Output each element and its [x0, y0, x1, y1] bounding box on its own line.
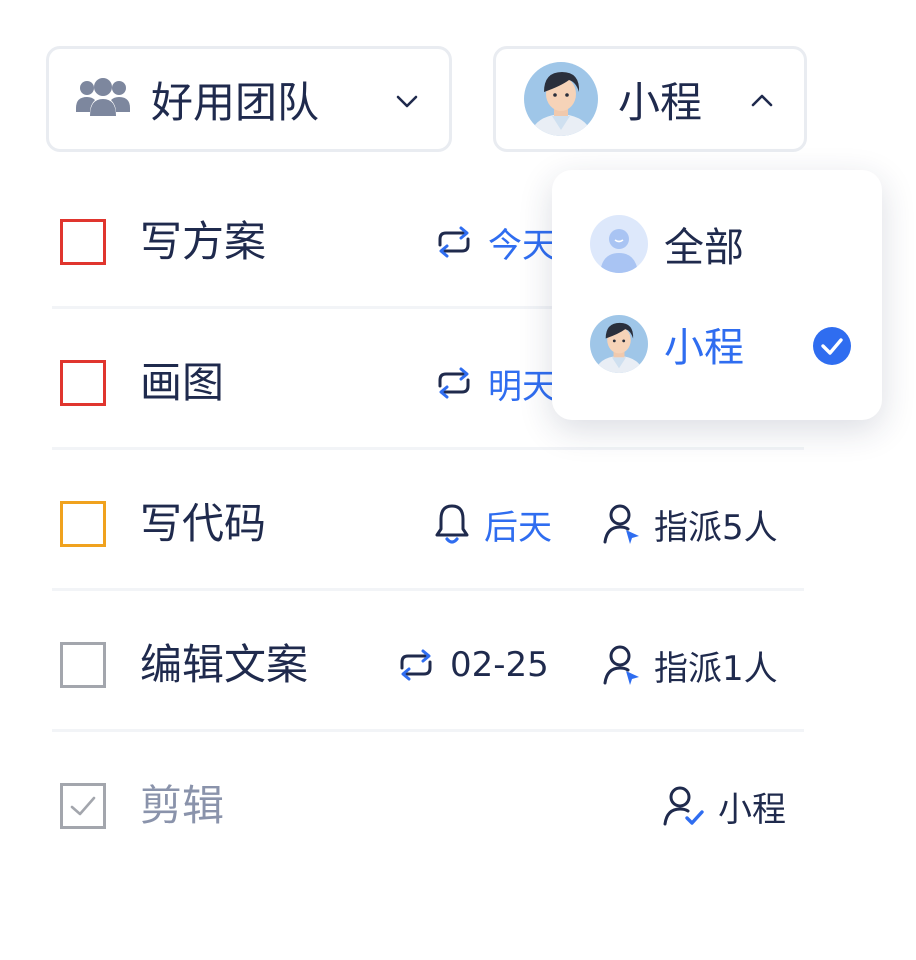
assign-user-icon	[603, 645, 639, 685]
due-label: 02-25	[450, 645, 549, 685]
chevron-up-icon	[751, 94, 773, 107]
dropdown-option-all[interactable]: 全部	[590, 214, 744, 274]
task-due: 后天	[432, 502, 552, 548]
assign-user-icon	[603, 504, 639, 544]
due-label: 后天	[484, 507, 552, 548]
user-dropdown-menu: 全部 小程	[552, 170, 882, 420]
dropdown-option-label: 全部	[664, 225, 744, 271]
user-selector[interactable]: 小程	[493, 46, 807, 152]
task-checkbox[interactable]	[60, 219, 106, 265]
task-title: 画图	[140, 358, 225, 407]
team-icon	[75, 76, 131, 122]
task-due: 今天	[432, 220, 556, 266]
assignee-label: 指派5人	[654, 507, 778, 548]
due-label: 今天	[488, 225, 556, 266]
repeat-icon	[438, 367, 470, 399]
dropdown-option-label: 小程	[664, 325, 744, 371]
assignee-label: 指派1人	[654, 648, 778, 689]
task-assignee: 指派1人	[602, 643, 778, 689]
task-checkbox-checked[interactable]	[60, 783, 106, 829]
task-checkbox[interactable]	[60, 360, 106, 406]
task-title: 写代码	[140, 499, 267, 548]
assignee-label: 小程	[718, 789, 786, 830]
task-checkbox[interactable]	[60, 501, 106, 547]
dropdown-option-user[interactable]: 小程	[590, 314, 744, 374]
due-label: 明天	[488, 366, 556, 407]
task-assignee: 指派5人	[602, 502, 778, 548]
team-name: 好用团队	[151, 77, 320, 127]
default-avatar-icon	[590, 215, 648, 273]
task-row[interactable]: 剪辑 小程	[52, 732, 804, 873]
task-checkbox[interactable]	[60, 642, 106, 688]
task-title: 剪辑	[140, 781, 225, 830]
chevron-down-icon	[396, 95, 418, 108]
check-icon	[70, 796, 96, 816]
task-row[interactable]: 编辑文案 02-25 指派1人	[52, 591, 804, 732]
task-row[interactable]: 写代码 后天 指派5人	[52, 450, 804, 591]
avatar	[590, 315, 648, 373]
task-assignee: 小程	[662, 784, 786, 830]
task-title: 编辑文案	[140, 640, 309, 689]
repeat-icon	[438, 226, 470, 258]
task-due: 明天	[432, 361, 556, 407]
task-due: 02-25	[394, 643, 549, 687]
user-check-icon	[663, 786, 704, 826]
team-selector[interactable]: 好用团队	[46, 46, 452, 152]
repeat-icon	[400, 649, 432, 681]
bell-icon	[435, 504, 469, 544]
avatar	[524, 62, 598, 136]
user-name: 小程	[618, 77, 703, 127]
selected-check-icon	[813, 327, 851, 365]
task-title: 写方案	[140, 217, 267, 266]
